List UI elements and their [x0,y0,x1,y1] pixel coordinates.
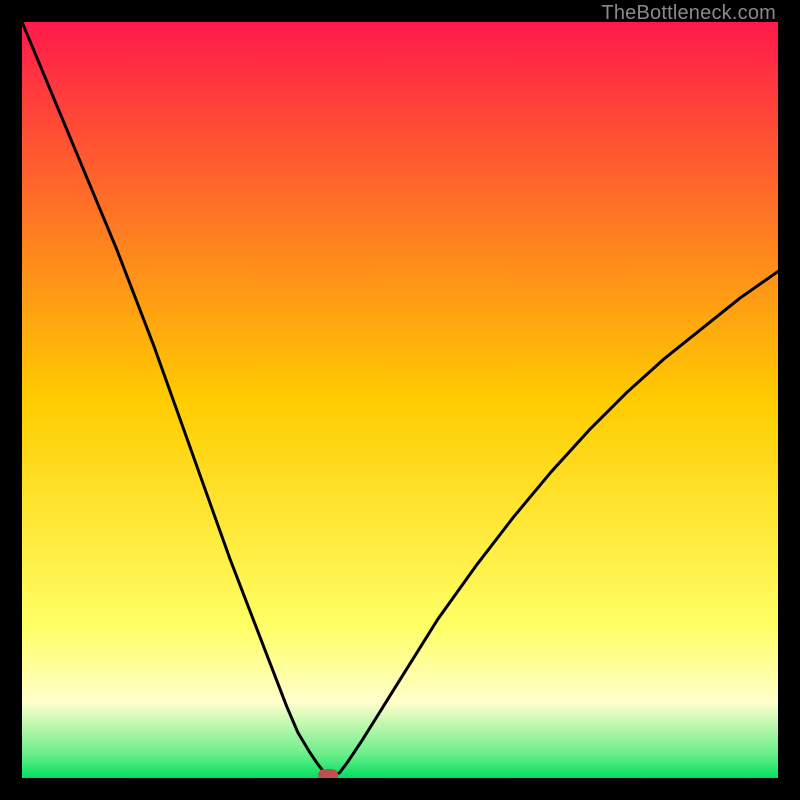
chart-background [22,22,778,778]
chart-marker [318,769,338,778]
chart-svg [22,22,778,778]
chart-frame [22,22,778,778]
